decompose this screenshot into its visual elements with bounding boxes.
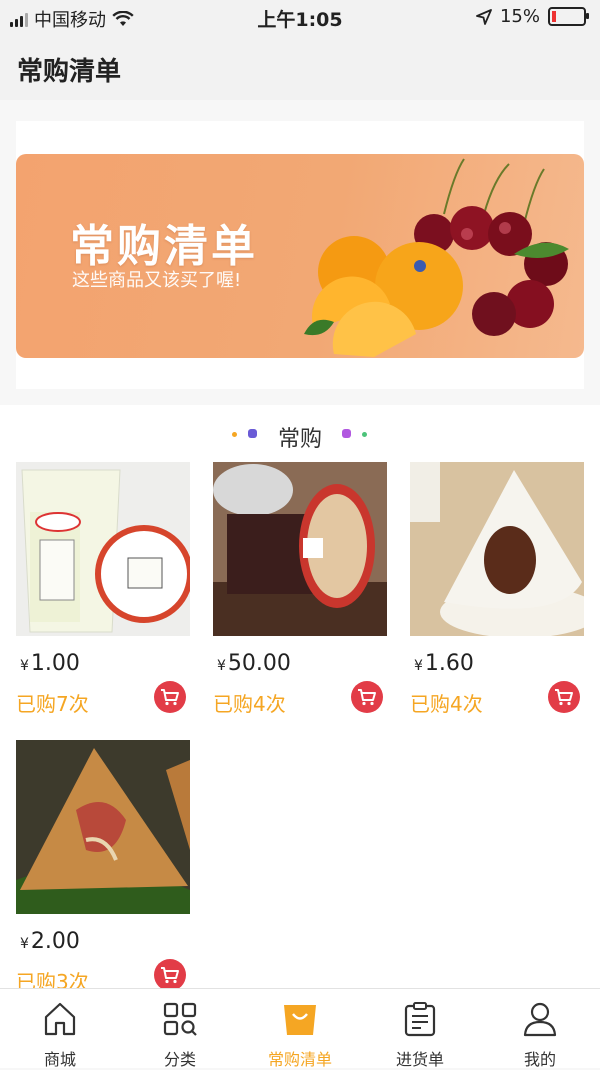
purchase-count: 已购4次 <box>410 692 483 716</box>
location-arrow-icon <box>476 8 492 25</box>
tab-purchase-order[interactable]: 进货单 <box>360 989 480 1069</box>
clipboard-icon <box>404 1002 436 1037</box>
tab-mine[interactable]: 我的 <box>480 989 600 1069</box>
tab-label: 商城 <box>43 1050 76 1069</box>
bottom-tab-bar: 商城 分类 常购清单 进货单 我的 <box>0 988 600 1069</box>
product-card[interactable]: ¥50.00 已购4次 <box>213 462 387 716</box>
tab-category[interactable]: 分类 <box>120 989 240 1069</box>
cart-icon <box>161 689 179 706</box>
tab-label: 我的 <box>523 1050 556 1069</box>
product-image[interactable] <box>213 462 387 636</box>
product-section: 常购 ¥1.00 已购7次 ¥50.00 已购4次 ¥1.60 已购4次 ¥2.… <box>0 405 600 994</box>
add-to-cart-button[interactable] <box>154 959 186 991</box>
tab-mall[interactable]: 商城 <box>0 989 120 1069</box>
product-image[interactable] <box>410 462 584 636</box>
cart-icon <box>358 689 376 706</box>
add-to-cart-button[interactable] <box>154 681 186 713</box>
home-icon <box>44 1002 76 1036</box>
product-card[interactable]: ¥1.00 已购7次 <box>16 462 190 716</box>
cart-icon <box>555 689 573 706</box>
product-price: ¥1.60 <box>414 651 474 676</box>
page-title: 常购清单 <box>17 57 122 87</box>
cart-icon <box>161 967 179 984</box>
status-right: 15% <box>476 6 589 27</box>
section-title: 常购 <box>277 427 322 452</box>
purchase-count: 已购4次 <box>213 692 286 716</box>
tab-label: 进货单 <box>395 1050 444 1069</box>
add-to-cart-button[interactable] <box>351 681 383 713</box>
status-bar: 中国移动 上午1:05 15% <box>0 0 600 34</box>
product-card[interactable]: ¥1.60 已购4次 <box>410 462 584 716</box>
category-icon <box>163 1002 197 1036</box>
purchase-count: 已购7次 <box>16 692 89 716</box>
product-price: ¥2.00 <box>20 929 80 954</box>
tab-frequent-list[interactable]: 常购清单 <box>240 989 360 1069</box>
tab-label: 常购清单 <box>267 1050 332 1069</box>
promo-banner[interactable]: 常购清单 这些商品又该买了喔! <box>16 154 584 358</box>
battery-icon <box>548 7 589 26</box>
bag-icon <box>284 1005 316 1035</box>
fruit-illustration <box>304 158 569 357</box>
page-header: 常购清单 <box>0 34 600 100</box>
product-image[interactable] <box>16 740 190 914</box>
product-price: ¥1.00 <box>20 651 80 676</box>
product-price: ¥50.00 <box>217 651 291 676</box>
product-image[interactable] <box>16 462 190 636</box>
product-card[interactable]: ¥2.00 已购3次 <box>16 740 190 994</box>
user-icon <box>523 1002 557 1037</box>
banner-card: 常购清单 这些商品又该买了喔! <box>16 121 584 389</box>
add-to-cart-button[interactable] <box>548 681 580 713</box>
banner-title: 常购清单 <box>70 221 258 272</box>
tab-label: 分类 <box>163 1050 196 1069</box>
battery-percent: 15% <box>499 6 540 27</box>
banner-subtitle: 这些商品又该买了喔! <box>72 270 242 291</box>
decor-dot-icon <box>362 432 367 437</box>
decor-dot-icon <box>342 429 351 438</box>
